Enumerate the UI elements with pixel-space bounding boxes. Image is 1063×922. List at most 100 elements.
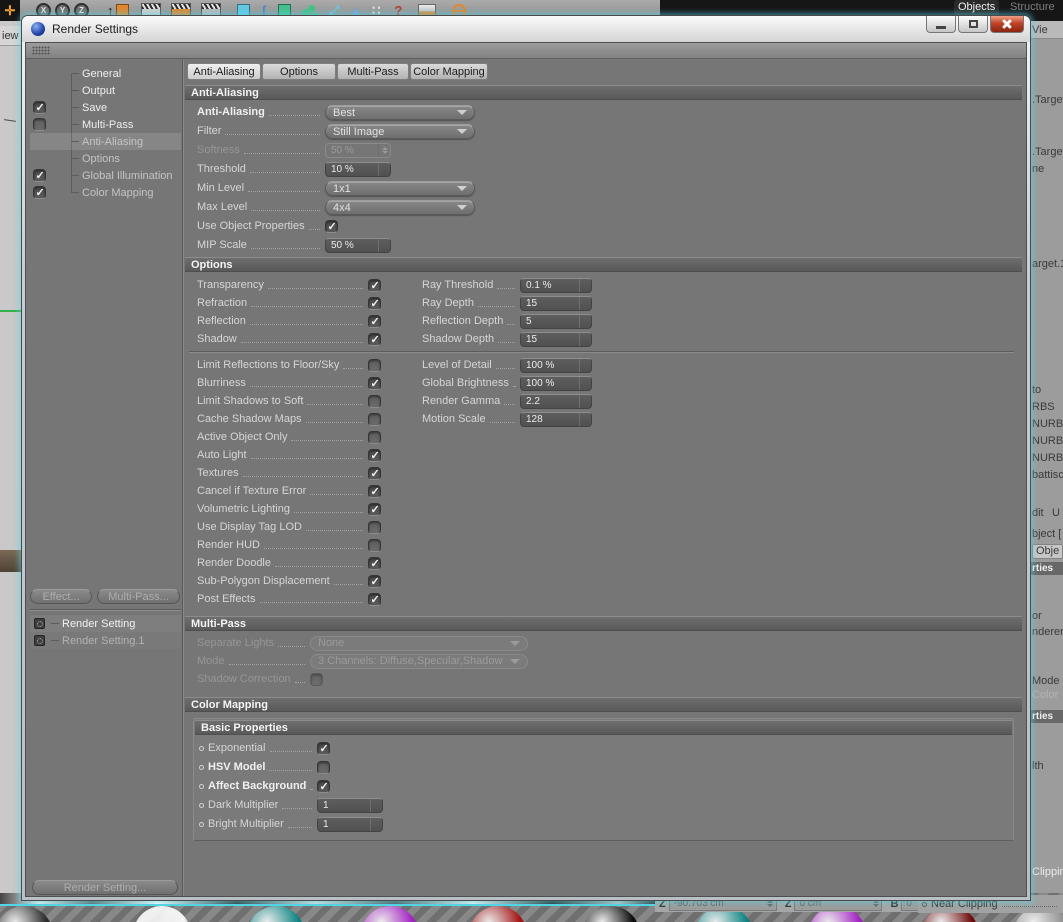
- dropdown-value: 1x1: [333, 182, 351, 195]
- cancel-if-texture-error-checkbox[interactable]: [368, 484, 381, 498]
- sidebar-item-options[interactable]: Options: [30, 150, 181, 167]
- dropdown-value: None: [318, 637, 345, 649]
- dark-multiplier-spinner[interactable]: 1: [317, 798, 383, 813]
- max-level-dropdown[interactable]: 4x4: [325, 200, 475, 215]
- sidebar-item-general[interactable]: General: [30, 65, 181, 82]
- ray-depth-spinner[interactable]: 15: [520, 295, 592, 311]
- min-level-dropdown[interactable]: 1x1: [325, 181, 475, 196]
- sidebar-item-label: Multi-Pass: [82, 118, 134, 131]
- spinner-arrows-icon[interactable]: [579, 412, 591, 426]
- tab-anti-aliasing[interactable]: Anti-Aliasing: [187, 63, 261, 80]
- drag-grip-bar[interactable]: [26, 43, 1026, 59]
- sub-polygon-displacement-checkbox[interactable]: [368, 574, 381, 588]
- material-sphere[interactable]: [582, 906, 640, 922]
- post-effects-checkbox[interactable]: [368, 592, 381, 606]
- spinner-arrows-icon[interactable]: [579, 376, 591, 390]
- material-sphere[interactable]: [361, 906, 419, 922]
- limit-reflections-to-floor-sky-checkbox[interactable]: [368, 358, 381, 372]
- hsv-model-checkbox[interactable]: [317, 761, 330, 774]
- tab-structure[interactable]: Structure: [1006, 0, 1059, 15]
- textures-checkbox[interactable]: [368, 466, 381, 480]
- spinner-arrows-icon[interactable]: [579, 358, 591, 372]
- close-button[interactable]: [990, 16, 1024, 33]
- spinner-arrows-icon[interactable]: [579, 332, 591, 346]
- affect-background-checkbox[interactable]: [317, 780, 330, 793]
- spinner-arrows-icon[interactable]: [579, 314, 591, 328]
- global-illumination-enable-checkbox[interactable]: [33, 169, 46, 182]
- spinner-arrows-icon[interactable]: [370, 799, 382, 812]
- refraction-checkbox[interactable]: [368, 296, 381, 310]
- volumetric-lighting-checkbox[interactable]: [368, 502, 381, 516]
- save-enable-checkbox[interactable]: [33, 101, 46, 114]
- sidebar-item-multi-pass[interactable]: Multi-Pass: [30, 116, 181, 133]
- field-label: Reflection Depth: [422, 314, 504, 327]
- panel-text-fragment: rties: [1030, 562, 1063, 575]
- filter-dropdown[interactable]: Still Image: [325, 124, 475, 139]
- sidebar-item-anti-aliasing[interactable]: Anti-Aliasing: [30, 133, 181, 150]
- material-sphere[interactable]: [469, 906, 527, 922]
- global-brightness-spinner[interactable]: 100 %: [520, 375, 592, 391]
- shadow-depth-spinner[interactable]: 15: [520, 331, 592, 347]
- threshold-spinner[interactable]: 10 %: [325, 162, 391, 177]
- ray-threshold-spinner[interactable]: 0.1 %: [520, 277, 592, 293]
- field-label: Blurriness: [197, 376, 246, 389]
- render-gamma-spinner[interactable]: 2.2: [520, 393, 592, 409]
- render-preset-render-setting[interactable]: Render Setting: [30, 615, 181, 632]
- minimize-button[interactable]: [926, 16, 956, 33]
- motion-scale-spinner[interactable]: 128: [520, 411, 592, 427]
- move-tool-icon[interactable]: ✛: [0, 0, 20, 21]
- softness-spinner[interactable]: 50 %: [325, 143, 391, 158]
- sidebar-item-output[interactable]: Output: [30, 82, 181, 99]
- mip-scale-spinner[interactable]: 50 %: [325, 238, 391, 253]
- render-preset-render-setting-1[interactable]: Render Setting.1: [30, 632, 181, 649]
- spinner-arrows-icon[interactable]: [378, 144, 390, 157]
- bright-multiplier-spinner[interactable]: 1: [317, 817, 383, 832]
- auto-light-checkbox[interactable]: [368, 448, 381, 462]
- spinner-arrows-icon[interactable]: [765, 900, 776, 907]
- tab-options[interactable]: Options: [262, 63, 336, 80]
- spinner-arrows-icon[interactable]: [370, 818, 382, 831]
- tab-color-mapping[interactable]: Color Mapping: [410, 63, 488, 80]
- blurriness-checkbox[interactable]: [368, 376, 381, 390]
- separate-lights-dropdown[interactable]: None: [310, 635, 528, 651]
- spinner-arrows-icon[interactable]: [579, 394, 591, 408]
- use-object-properties-checkbox[interactable]: [325, 220, 338, 233]
- exponential-checkbox[interactable]: [317, 742, 330, 755]
- color-mapping-enable-checkbox[interactable]: [33, 186, 46, 199]
- tree-stub: [71, 141, 79, 142]
- effect-button[interactable]: Effect...: [30, 589, 92, 604]
- bullet-icon: [199, 822, 204, 827]
- spinner-arrows-icon[interactable]: [579, 296, 591, 310]
- limit-shadows-to-soft-checkbox[interactable]: [368, 394, 381, 408]
- sidebar-item-global-illumination[interactable]: Global Illumination: [30, 167, 181, 184]
- render-setting-button[interactable]: Render Setting...: [32, 880, 178, 895]
- spinner-arrows-icon[interactable]: [378, 239, 390, 252]
- active-object-only-checkbox[interactable]: [368, 430, 381, 444]
- material-sphere[interactable]: [247, 906, 305, 922]
- render-hud-checkbox[interactable]: [368, 538, 381, 552]
- spinner-arrows-icon[interactable]: [579, 278, 591, 292]
- tab-objects[interactable]: Objects: [954, 0, 1000, 15]
- sidebar-item-color-mapping[interactable]: Color Mapping: [30, 184, 181, 201]
- level-of-detail-spinner[interactable]: 100 %: [520, 357, 592, 373]
- shadow-checkbox[interactable]: [368, 332, 381, 346]
- material-sphere[interactable]: [0, 906, 53, 922]
- render-doodle-checkbox[interactable]: [368, 556, 381, 570]
- anti-aliasing-dropdown[interactable]: Best: [325, 105, 475, 120]
- cache-shadow-maps-checkbox[interactable]: [368, 412, 381, 426]
- material-sphere[interactable]: [133, 906, 191, 922]
- reflection-checkbox[interactable]: [368, 314, 381, 328]
- transparency-checkbox[interactable]: [368, 278, 381, 292]
- multi-pass-enable-checkbox[interactable]: [33, 118, 46, 131]
- sidebar-item-save[interactable]: Save: [30, 99, 181, 116]
- maximize-button[interactable]: [958, 16, 988, 33]
- use-display-tag-lod-checkbox[interactable]: [368, 520, 381, 534]
- tab-multi-pass[interactable]: Multi-Pass: [337, 63, 409, 80]
- spinner-arrows-icon[interactable]: [870, 900, 881, 907]
- mode-dropdown[interactable]: 3 Channels: Diffuse,Specular,Shadow: [310, 653, 528, 669]
- shadow-correction-checkbox[interactable]: [310, 672, 323, 686]
- window-titlebar[interactable]: Render Settings: [22, 16, 1030, 42]
- reflection-depth-spinner[interactable]: 5: [520, 313, 592, 329]
- multipass-button[interactable]: Multi-Pass...: [97, 589, 180, 604]
- spinner-arrows-icon[interactable]: [378, 163, 390, 176]
